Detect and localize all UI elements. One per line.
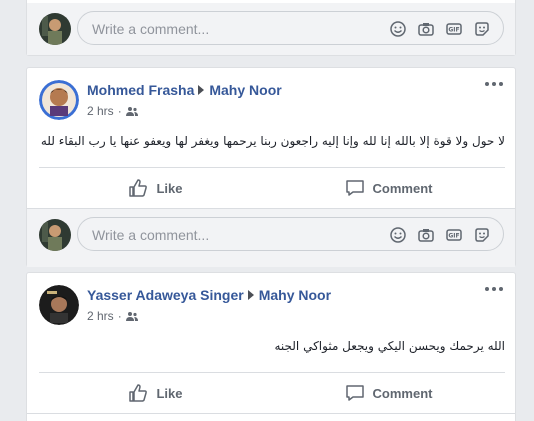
post-text: الله يرحمك ويحسن اليكي ويجعل مثواكي الجن… bbox=[274, 339, 505, 353]
comment-input[interactable]: Write a comment... GIF bbox=[77, 11, 504, 45]
comment-button[interactable]: Comment bbox=[272, 168, 505, 208]
comment-label: Comment bbox=[372, 385, 433, 401]
post-author-line: Mohmed Frasha Mahy Noor bbox=[87, 82, 282, 98]
target-profile-name[interactable]: Mahy Noor bbox=[259, 287, 331, 303]
sticker-icon[interactable] bbox=[473, 226, 491, 244]
thumbs-up-icon bbox=[129, 179, 148, 197]
comment-bubble-icon bbox=[345, 180, 364, 196]
more-options-icon[interactable] bbox=[485, 82, 505, 90]
comment-composer: Write a comment... GIF bbox=[27, 209, 515, 267]
emoji-icon[interactable] bbox=[389, 226, 407, 244]
post-header: Mohmed Frasha Mahy Noor 2 hrs · bbox=[39, 80, 505, 122]
previous-post-card: Write a comment... GIF bbox=[26, 0, 516, 56]
author-name[interactable]: Mohmed Frasha bbox=[87, 82, 194, 98]
post-card: Yasser Adaweya Singer Mahy Noor 2 hrs · ا… bbox=[26, 272, 516, 421]
current-user-avatar[interactable] bbox=[39, 13, 71, 45]
author-name[interactable]: Yasser Adaweya Singer bbox=[87, 287, 244, 303]
like-label: Like bbox=[156, 385, 183, 401]
post-card: Mohmed Frasha Mahy Noor 2 hrs · لا حول ول… bbox=[26, 67, 516, 267]
gif-icon[interactable]: GIF bbox=[445, 20, 463, 38]
sticker-icon[interactable] bbox=[473, 20, 491, 38]
comment-input-placeholder: Write a comment... bbox=[92, 227, 210, 243]
comment-label: Comment bbox=[372, 180, 433, 196]
thumbs-up-icon bbox=[129, 384, 148, 402]
post-timestamp[interactable]: 2 hrs bbox=[87, 104, 114, 118]
post-meta: 2 hrs · bbox=[87, 309, 138, 323]
divider bbox=[27, 413, 515, 414]
author-avatar[interactable] bbox=[39, 285, 79, 325]
gif-icon[interactable]: GIF bbox=[445, 226, 463, 244]
target-profile-name[interactable]: Mahy Noor bbox=[209, 82, 281, 98]
post-text: لا حول ولا قوة إلا بالله إنا لله وإنا إل… bbox=[40, 134, 505, 148]
friends-icon[interactable] bbox=[125, 106, 138, 116]
shared-to-arrow-icon bbox=[198, 85, 205, 95]
post-actions: Like Comment bbox=[39, 373, 505, 413]
emoji-icon[interactable] bbox=[389, 20, 407, 38]
current-user-avatar[interactable] bbox=[39, 219, 71, 251]
shared-to-arrow-icon bbox=[247, 290, 254, 300]
like-label: Like bbox=[156, 180, 183, 196]
comment-composer: Write a comment... GIF bbox=[27, 3, 515, 55]
svg-text:GIF: GIF bbox=[448, 27, 459, 34]
comment-input-placeholder: Write a comment... bbox=[92, 21, 210, 37]
post-header: Yasser Adaweya Singer Mahy Noor 2 hrs · bbox=[39, 285, 505, 327]
svg-text:GIF: GIF bbox=[448, 233, 459, 240]
post-actions: Like Comment bbox=[39, 168, 505, 208]
camera-icon[interactable] bbox=[417, 20, 435, 38]
comment-input[interactable]: Write a comment... GIF bbox=[77, 217, 504, 251]
more-options-icon[interactable] bbox=[485, 287, 505, 295]
comment-button[interactable]: Comment bbox=[272, 373, 505, 413]
like-button[interactable]: Like bbox=[39, 168, 272, 208]
author-avatar[interactable] bbox=[39, 80, 79, 120]
like-button[interactable]: Like bbox=[39, 373, 272, 413]
post-meta: 2 hrs · bbox=[87, 104, 138, 118]
comment-bubble-icon bbox=[345, 385, 364, 401]
camera-icon[interactable] bbox=[417, 226, 435, 244]
friends-icon[interactable] bbox=[125, 311, 138, 321]
post-author-line: Yasser Adaweya Singer Mahy Noor bbox=[87, 287, 331, 303]
post-timestamp[interactable]: 2 hrs bbox=[87, 309, 114, 323]
